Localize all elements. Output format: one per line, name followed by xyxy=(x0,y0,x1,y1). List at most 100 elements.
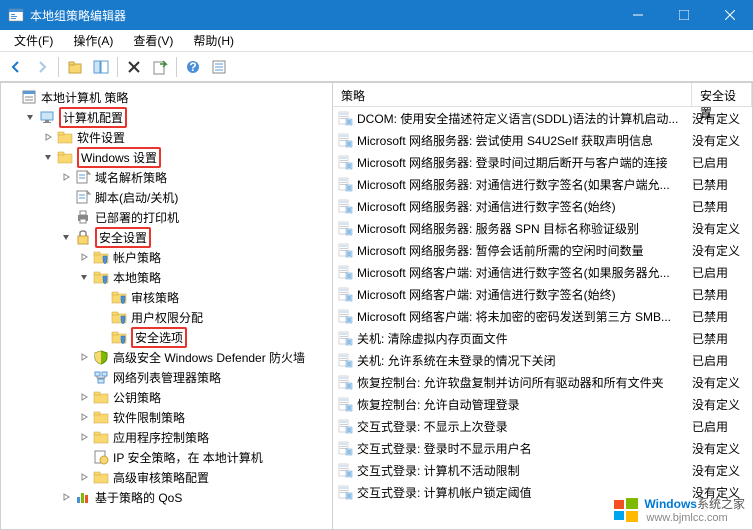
expander-spacer xyxy=(77,370,91,384)
list-row[interactable]: 交互式登录: 登录时不显示用户名没有定义 xyxy=(333,437,752,459)
list-row[interactable]: Microsoft 网络服务器: 服务器 SPN 目标名称验证级别没有定义 xyxy=(333,217,752,239)
policy-icon xyxy=(337,308,353,324)
minimize-button[interactable] xyxy=(615,0,661,30)
help-button[interactable]: ? xyxy=(181,55,205,79)
column-setting[interactable]: 安全设置 xyxy=(692,83,752,106)
tree-panel[interactable]: 本地计算机 策略计算机配置软件设置Windows 设置域名解析策略脚本(启动/关… xyxy=(1,83,333,529)
policy-icon xyxy=(337,264,353,280)
tree-item-icon xyxy=(111,309,127,325)
tree-computer-config[interactable]: 计算机配置 xyxy=(1,107,332,127)
list-row[interactable]: Microsoft 网络服务器: 尝试使用 S4U2Self 获取声明信息没有定… xyxy=(333,129,752,151)
tree-account-policies[interactable]: 帐户策略 xyxy=(1,247,332,267)
list-row[interactable]: 恢复控制台: 允许自动管理登录没有定义 xyxy=(333,393,752,415)
list-row[interactable]: Microsoft 网络服务器: 对通信进行数字签名(如果客户端允...已禁用 xyxy=(333,173,752,195)
list-row[interactable]: Microsoft 网络服务器: 对通信进行数字签名(始终)已禁用 xyxy=(333,195,752,217)
menu-help[interactable]: 帮助(H) xyxy=(183,30,244,51)
collapse-icon[interactable] xyxy=(59,230,73,244)
expand-icon[interactable] xyxy=(77,390,91,404)
tree-root[interactable]: 本地计算机 策略 xyxy=(1,87,332,107)
collapse-icon[interactable] xyxy=(41,150,55,164)
list-row[interactable]: 关机: 清除虚拟内存页面文件已禁用 xyxy=(333,327,752,349)
list-row[interactable]: Microsoft 网络客户端: 对通信进行数字签名(始终)已禁用 xyxy=(333,283,752,305)
policy-name: 关机: 允许系统在未登录的情况下关闭 xyxy=(357,352,692,369)
list-header[interactable]: 策略 安全设置 xyxy=(333,83,752,107)
expand-icon[interactable] xyxy=(59,490,73,504)
tree-audit-policy[interactable]: 审核策略 xyxy=(1,287,332,307)
tree-public-key[interactable]: 公钥策略 xyxy=(1,387,332,407)
tree-item-icon xyxy=(75,489,91,505)
expand-icon[interactable] xyxy=(59,170,73,184)
policy-name: Microsoft 网络服务器: 登录时间过期后断开与客户端的连接 xyxy=(357,154,692,171)
tree-deployed-printers[interactable]: 已部署的打印机 xyxy=(1,207,332,227)
delete-button[interactable] xyxy=(122,55,146,79)
collapse-icon[interactable] xyxy=(23,110,37,124)
list-row[interactable]: 交互式登录: 计算机不活动限制没有定义 xyxy=(333,459,752,481)
tree-software-restriction[interactable]: 软件限制策略 xyxy=(1,407,332,427)
tree-label: 软件设置 xyxy=(77,129,125,146)
forward-button[interactable] xyxy=(30,55,54,79)
watermark-sub: 系统之家 xyxy=(697,497,745,511)
tree-scripts[interactable]: 脚本(启动/关机) xyxy=(1,187,332,207)
expander-spacer xyxy=(77,450,91,464)
list-row[interactable]: Microsoft 网络客户端: 对通信进行数字签名(如果服务器允...已启用 xyxy=(333,261,752,283)
list-row[interactable]: 关机: 允许系统在未登录的情况下关闭已启用 xyxy=(333,349,752,371)
list-row[interactable]: DCOM: 使用安全描述符定义语言(SDDL)语法的计算机启动...没有定义 xyxy=(333,107,752,129)
tree-user-rights[interactable]: 用户权限分配 xyxy=(1,307,332,327)
tree-security-settings[interactable]: 安全设置 xyxy=(1,227,332,247)
expand-icon[interactable] xyxy=(41,130,55,144)
tree-label: 审核策略 xyxy=(131,289,179,306)
menu-action[interactable]: 操作(A) xyxy=(63,30,123,51)
list-body[interactable]: DCOM: 使用安全描述符定义语言(SDDL)语法的计算机启动...没有定义Mi… xyxy=(333,107,752,529)
expand-icon[interactable] xyxy=(77,250,91,264)
list-row[interactable]: 交互式登录: 不显示上次登录已启用 xyxy=(333,415,752,437)
policy-icon xyxy=(337,110,353,126)
properties-button[interactable] xyxy=(207,55,231,79)
policy-setting: 已启用 xyxy=(692,352,752,369)
policy-setting: 没有定义 xyxy=(692,396,752,413)
export-button[interactable] xyxy=(148,55,172,79)
tree-app-control[interactable]: 应用程序控制策略 xyxy=(1,427,332,447)
tree-dns-policy[interactable]: 域名解析策略 xyxy=(1,167,332,187)
tree-label: 本地计算机 策略 xyxy=(41,89,128,106)
expand-icon[interactable] xyxy=(77,470,91,484)
back-button[interactable] xyxy=(4,55,28,79)
watermark-url: www.bjmlcc.com xyxy=(646,512,745,524)
policy-name: 交互式登录: 不显示上次登录 xyxy=(357,418,692,435)
expand-icon[interactable] xyxy=(77,350,91,364)
up-button[interactable] xyxy=(63,55,87,79)
tree-network-list[interactable]: 网络列表管理器策略 xyxy=(1,367,332,387)
collapse-icon[interactable] xyxy=(77,270,91,284)
column-policy[interactable]: 策略 xyxy=(333,83,692,106)
policy-setting: 已启用 xyxy=(692,418,752,435)
tree-windows-settings[interactable]: Windows 设置 xyxy=(1,147,332,167)
policy-icon xyxy=(337,132,353,148)
tree-defender-firewall[interactable]: 高级安全 Windows Defender 防火墙 xyxy=(1,347,332,367)
expand-icon[interactable] xyxy=(77,410,91,424)
policy-setting: 已启用 xyxy=(692,154,752,171)
tree-advanced-audit[interactable]: 高级审核策略配置 xyxy=(1,467,332,487)
tree-ip-security[interactable]: IP 安全策略，在 本地计算机 xyxy=(1,447,332,467)
expand-icon[interactable] xyxy=(77,430,91,444)
tree-software-settings[interactable]: 软件设置 xyxy=(1,127,332,147)
expander-spacer xyxy=(95,330,109,344)
tree-item-icon xyxy=(57,129,73,145)
menu-view[interactable]: 查看(V) xyxy=(123,30,183,51)
show-hide-button[interactable] xyxy=(89,55,113,79)
toolbar: ? xyxy=(0,52,753,82)
list-row[interactable]: Microsoft 网络客户端: 将未加密的密码发送到第三方 SMB...已禁用 xyxy=(333,305,752,327)
list-row[interactable]: 恢复控制台: 允许软盘复制并访问所有驱动器和所有文件夹没有定义 xyxy=(333,371,752,393)
menu-file[interactable]: 文件(F) xyxy=(4,30,63,51)
policy-icon xyxy=(337,242,353,258)
tree-qos[interactable]: 基于策略的 QoS xyxy=(1,487,332,507)
expander-spacer xyxy=(95,290,109,304)
maximize-button[interactable] xyxy=(661,0,707,30)
watermark: Windows系统之家 www.bjmlcc.com xyxy=(612,495,745,524)
tree-item-icon xyxy=(57,149,73,165)
list-row[interactable]: Microsoft 网络服务器: 登录时间过期后断开与客户端的连接已启用 xyxy=(333,151,752,173)
list-row[interactable]: Microsoft 网络服务器: 暂停会话前所需的空闲时间数量没有定义 xyxy=(333,239,752,261)
tree-label: IP 安全策略，在 本地计算机 xyxy=(113,449,263,466)
policy-icon xyxy=(337,176,353,192)
tree-security-options[interactable]: 安全选项 xyxy=(1,327,332,347)
tree-local-policies[interactable]: 本地策略 xyxy=(1,267,332,287)
close-button[interactable] xyxy=(707,0,753,30)
